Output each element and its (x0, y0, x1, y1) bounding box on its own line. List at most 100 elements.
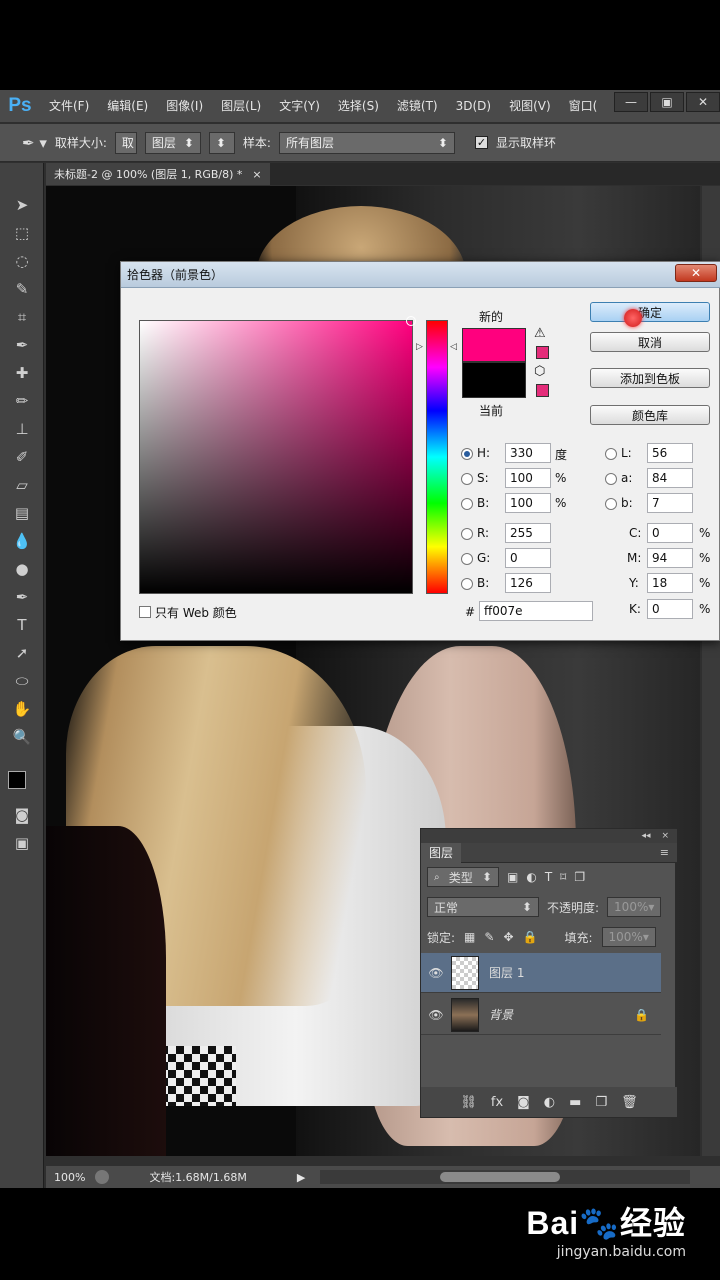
ok-button[interactable]: 确定 (590, 302, 710, 322)
menu-window[interactable]: 窗口( (560, 90, 607, 122)
add-to-swatches-button[interactable]: 添加到色板 (590, 368, 710, 388)
hand-tool-icon[interactable]: ✋ (8, 697, 36, 721)
r-radio[interactable] (461, 528, 473, 540)
pixel-filter-icon[interactable]: ▣ (507, 870, 518, 884)
lock-paint-icon[interactable]: ✎ (484, 930, 494, 944)
collapse-icon[interactable]: ◂◂ (642, 831, 651, 841)
b-field[interactable]: 100 (505, 493, 551, 513)
screen-mode-icon[interactable]: ▣ (8, 831, 36, 855)
eyedropper-icon[interactable]: ✒ ▾ (22, 134, 47, 152)
a-radio[interactable] (605, 473, 617, 485)
minimize-button[interactable]: — (614, 92, 648, 112)
maximize-button[interactable]: ▣ (650, 92, 684, 112)
smart-object-filter-icon[interactable]: ❐ (574, 870, 585, 884)
group-icon[interactable]: ▬ (569, 1095, 581, 1110)
trash-icon[interactable]: 🗑 (621, 1095, 638, 1110)
stamp-tool-icon[interactable]: ⊥ (8, 417, 36, 441)
m-field[interactable]: 94 (647, 548, 693, 568)
shape-filter-icon[interactable]: ⌑ (560, 870, 566, 884)
secondary-select[interactable]: ⬍ (208, 131, 235, 154)
visibility-eye-icon[interactable]: 👁 (421, 966, 451, 980)
history-brush-tool-icon[interactable]: ✐ (8, 445, 36, 469)
status-arrow-icon[interactable]: ▶ (297, 1171, 305, 1184)
hue-arrow-right-icon[interactable]: ◁ (450, 342, 457, 352)
document-tab[interactable]: 未标题-2 @ 100% (图层 1, RGB/8) * × (46, 163, 270, 185)
adjustment-icon[interactable]: ◐ (544, 1095, 555, 1110)
horizontal-scroll-thumb[interactable] (440, 1172, 560, 1182)
gamut-warning-icon[interactable]: ⚠ (534, 326, 546, 341)
pen-tool-icon[interactable]: ✒ (8, 585, 36, 609)
menu-filter[interactable]: 滤镜(T) (388, 90, 447, 122)
hue-arrow-left-icon[interactable]: ▷ (416, 342, 423, 352)
lab-b-radio[interactable] (605, 498, 617, 510)
a-field[interactable]: 84 (647, 468, 693, 488)
type-tool-icon[interactable]: T (8, 613, 36, 637)
layer-select[interactable]: 图层 ⬍ (144, 131, 201, 154)
blend-mode-select[interactable]: 正常 ⬍ (427, 897, 539, 917)
eyedropper-tool-icon[interactable]: ✒ (8, 333, 36, 357)
close-button[interactable]: ✕ (686, 92, 720, 112)
link-icon[interactable]: ⛓ (460, 1095, 477, 1110)
menu-select[interactable]: 选择(S) (329, 90, 388, 122)
zoom-tool-icon[interactable]: 🔍 (8, 725, 36, 749)
visibility-eye-icon[interactable]: 👁 (421, 1008, 451, 1022)
lock-transparent-icon[interactable]: ▦ (464, 930, 475, 944)
gradient-tool-icon[interactable]: ▤ (8, 501, 36, 525)
sample-size-select[interactable]: 取 (114, 131, 137, 154)
blue-field[interactable]: 126 (505, 573, 551, 593)
blue-radio[interactable] (461, 578, 473, 590)
marquee-tool-icon[interactable]: ⬚ (8, 221, 36, 245)
fill-field[interactable]: 100% ▾ (601, 927, 656, 947)
l-radio[interactable] (605, 448, 617, 460)
menu-edit[interactable]: 编辑(E) (98, 90, 157, 122)
layer-name[interactable]: 背景 (489, 1006, 513, 1023)
mask-icon[interactable]: ◙ (517, 1095, 530, 1110)
panel-menu-icon[interactable]: ≡ (660, 846, 669, 859)
menu-file[interactable]: 文件(F) (40, 90, 98, 122)
current-color-swatch[interactable] (462, 362, 526, 398)
sample-select[interactable]: 所有图层 ⬍ (278, 131, 455, 154)
path-select-tool-icon[interactable]: ➚ (8, 641, 36, 665)
tab-close-icon[interactable]: × (252, 168, 261, 181)
shape-tool-icon[interactable]: ⬭ (8, 669, 36, 693)
color-picker-close-button[interactable]: ✕ (675, 264, 717, 282)
lab-b-field[interactable]: 7 (647, 493, 693, 513)
layer-row-layer1[interactable]: 👁 图层 1 (421, 953, 661, 993)
filter-type-select[interactable]: ⌕ 类型 ⬍ (427, 867, 499, 887)
opacity-field[interactable]: 100% ▾ (607, 897, 662, 917)
l-field[interactable]: 56 (647, 443, 693, 463)
adjustment-filter-icon[interactable]: ◐ (526, 870, 536, 884)
quick-select-tool-icon[interactable]: ✎ (8, 277, 36, 301)
menu-type[interactable]: 文字(Y) (270, 90, 329, 122)
foreground-color-swatch[interactable] (8, 771, 26, 789)
brush-tool-icon[interactable]: ✏ (8, 389, 36, 413)
color-field-marker[interactable] (406, 316, 416, 326)
menu-image[interactable]: 图像(I) (157, 90, 212, 122)
move-tool-icon[interactable]: ➤ (8, 193, 36, 217)
g-radio[interactable] (461, 553, 473, 565)
show-ring-checkbox[interactable]: ✓ (474, 136, 488, 149)
hue-slider[interactable] (426, 320, 448, 594)
layers-close-icon[interactable]: × (661, 831, 669, 841)
r-field[interactable]: 255 (505, 523, 551, 543)
web-safe-color-swatch[interactable] (536, 384, 549, 397)
crop-tool-icon[interactable]: ⌗ (8, 305, 36, 329)
web-only-checkbox[interactable] (139, 606, 151, 618)
menu-layer[interactable]: 图层(L) (212, 90, 270, 122)
status-info-icon[interactable] (95, 1170, 110, 1184)
s-radio[interactable] (461, 473, 473, 485)
quick-mask-icon[interactable]: ◙ (8, 803, 36, 827)
healing-tool-icon[interactable]: ✚ (8, 361, 36, 385)
saturation-brightness-field[interactable] (139, 316, 416, 594)
lock-move-icon[interactable]: ✥ (503, 930, 513, 944)
dodge-tool-icon[interactable]: ● (8, 557, 36, 581)
hex-field[interactable]: ff007e (479, 601, 593, 621)
lock-all-icon[interactable]: 🔒 (523, 930, 538, 944)
g-field[interactable]: 0 (505, 548, 551, 568)
cancel-button[interactable]: 取消 (590, 332, 710, 352)
blur-tool-icon[interactable]: 💧 (8, 529, 36, 553)
horizontal-scrollbar[interactable] (320, 1170, 690, 1184)
layer-name[interactable]: 图层 1 (489, 964, 524, 981)
h-field[interactable]: 330 (505, 443, 551, 463)
type-filter-icon[interactable]: T (545, 870, 552, 884)
